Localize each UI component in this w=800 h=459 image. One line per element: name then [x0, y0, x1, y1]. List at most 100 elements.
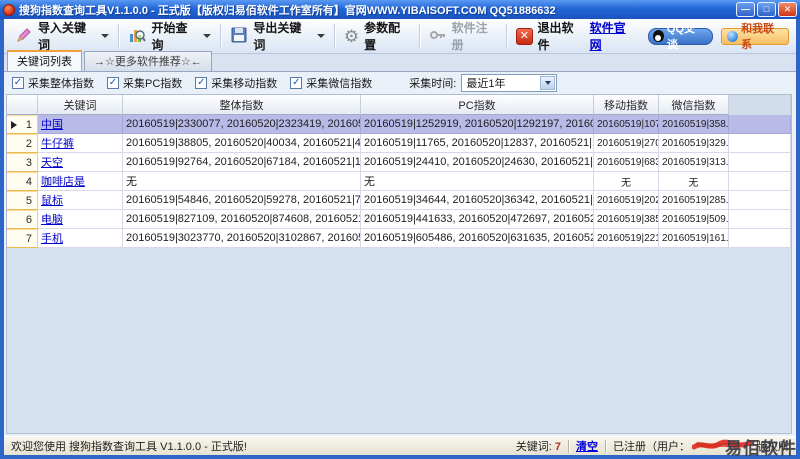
column-header-filler	[729, 95, 791, 115]
toolbar-separator	[334, 24, 335, 48]
cell-overall-index[interactable]: 20160519|3023770, 20160520|3102867, 2016…	[123, 229, 361, 248]
column-header-keyword[interactable]: 关键词	[38, 95, 123, 115]
cell-overall-index[interactable]: 20160519|2330077, 20160520|2323419, 2016…	[123, 115, 361, 134]
cell-wechat-index[interactable]: 20160519|329...	[659, 134, 729, 153]
column-header-overall[interactable]: 整体指数	[123, 95, 361, 115]
table-row[interactable]: 6 电脑 20160519|827109, 20160520|874608, 2…	[7, 210, 791, 229]
checkbox-checked-icon: ✓	[195, 77, 207, 89]
cell-pc-index[interactable]: 20160519|34644, 20160520|36342, 20160521…	[361, 191, 594, 210]
toolbar-separator	[506, 24, 507, 48]
cell-keyword[interactable]: 中国	[38, 115, 123, 134]
cell-keyword[interactable]: 鼠标	[38, 191, 123, 210]
cell-overall-index[interactable]: 20160519|92764, 20160520|67184, 20160521…	[123, 153, 361, 172]
row-header[interactable]: 5	[7, 191, 38, 210]
toolbar-separator	[419, 24, 420, 48]
tab-keyword-list[interactable]: 关键词列表	[7, 50, 82, 71]
cell-keyword[interactable]: 咖啡店是	[38, 172, 123, 191]
checkbox-pc-index[interactable]: ✓ 采集PC指数	[107, 75, 182, 91]
cell-mobile-index[interactable]: 20160519|683...	[594, 153, 659, 172]
qq-penguin-icon	[653, 30, 664, 42]
row-header[interactable]: 4	[7, 172, 38, 191]
time-range-select[interactable]: 最近1年	[461, 74, 557, 92]
cell-wechat-index[interactable]: 20160519|509...	[659, 210, 729, 229]
software-register-button[interactable]: 软件注册	[423, 17, 503, 55]
cell-keyword[interactable]: 手机	[38, 229, 123, 248]
keyword-table: 关键词 整体指数 PC指数 移动指数 微信指数 1 中国 20160519|23…	[6, 94, 792, 434]
key-icon	[429, 26, 447, 47]
cell-keyword[interactable]: 电脑	[38, 210, 123, 229]
row-header[interactable]: 6	[7, 210, 38, 229]
qq-chat-button[interactable]: QQ交谈	[648, 28, 713, 45]
cell-pc-index[interactable]: 20160519|11765, 20160520|12837, 20160521…	[361, 134, 594, 153]
cell-filler	[729, 210, 791, 229]
checkbox-wechat-index[interactable]: ✓ 采集微信指数	[290, 75, 372, 91]
cell-mobile-index[interactable]: 20160519|385...	[594, 210, 659, 229]
table-row[interactable]: 3 天空 20160519|92764, 20160520|67184, 201…	[7, 153, 791, 172]
cell-mobile-index[interactable]: 20160519|202...	[594, 191, 659, 210]
contact-me-button[interactable]: 和我联系	[721, 28, 789, 45]
close-button[interactable]: ✕	[778, 2, 797, 17]
app-icon	[3, 4, 15, 16]
cell-keyword[interactable]: 牛仔裤	[38, 134, 123, 153]
cell-wechat-index[interactable]: 20160519|161...	[659, 229, 729, 248]
column-header-pc[interactable]: PC指数	[361, 95, 594, 115]
table-row[interactable]: 2 牛仔裤 20160519|38805, 20160520|40034, 20…	[7, 134, 791, 153]
collect-time-group: 采集时间: 最近1年	[409, 74, 557, 92]
table-row[interactable]: 5 鼠标 20160519|54846, 20160520|59278, 201…	[7, 191, 791, 210]
cell-pc-index[interactable]: 20160519|605486, 20160520|631635, 201605…	[361, 229, 594, 248]
maximize-button[interactable]: □	[757, 2, 776, 17]
combo-dropdown-button[interactable]	[540, 76, 555, 90]
tab-strip: 关键词列表 →☆更多软件推荐☆←	[4, 54, 796, 72]
row-selector-header[interactable]	[7, 95, 38, 115]
gear-icon: ⚙	[344, 28, 359, 45]
cell-pc-index[interactable]: 20160519|24410, 20160520|24630, 20160521…	[361, 153, 594, 172]
cell-pc-index[interactable]: 20160519|441633, 20160520|472697, 201605…	[361, 210, 594, 229]
row-select-arrow-icon	[11, 121, 17, 129]
column-header-mobile[interactable]: 移动指数	[594, 95, 659, 115]
column-header-wechat[interactable]: 微信指数	[659, 95, 729, 115]
toolbar: 导入关键词 开始查询 导出关键词 ⚙ 参数配置	[4, 19, 796, 54]
cell-wechat-index[interactable]: 无	[659, 172, 729, 191]
cell-overall-index[interactable]: 20160519|54846, 20160520|59278, 20160521…	[123, 191, 361, 210]
minimize-button[interactable]: —	[736, 2, 755, 17]
app-window: 搜狗指数查询工具V1.1.0.0 - 正式版【版权归易佰软件工作室所有】官网WW…	[0, 0, 800, 459]
pencil-icon	[15, 26, 33, 47]
cell-pc-index[interactable]: 20160519|1252919, 20160520|1292197, 2016…	[361, 115, 594, 134]
cell-mobile-index[interactable]: 20160519|107...	[594, 115, 659, 134]
checkbox-checked-icon: ✓	[107, 77, 119, 89]
table-row[interactable]: 1 中国 20160519|2330077, 20160520|2323419,…	[7, 115, 791, 134]
official-website-link[interactable]: 软件官网	[590, 19, 636, 53]
status-bar: 欢迎您使用 搜狗指数查询工具 V1.1.0.0 - 正式版! 关键词: 7 清空…	[4, 436, 796, 455]
cell-wechat-index[interactable]: 20160519|285...	[659, 191, 729, 210]
messenger-face-icon	[727, 31, 738, 42]
cell-overall-index[interactable]: 20160519|38805, 20160520|40034, 20160521…	[123, 134, 361, 153]
row-header[interactable]: 7	[7, 229, 38, 248]
status-separator	[568, 440, 569, 453]
row-header[interactable]: 2	[7, 134, 38, 153]
row-header[interactable]: 1	[7, 115, 38, 134]
parameter-config-button[interactable]: ⚙ 参数配置	[338, 17, 416, 55]
cell-wechat-index[interactable]: 20160519|313...	[659, 153, 729, 172]
chevron-down-icon	[317, 34, 325, 38]
start-query-button[interactable]: 开始查询	[122, 17, 217, 55]
cell-overall-index[interactable]: 20160519|827109, 20160520|874608, 201605…	[123, 210, 361, 229]
tab-more-software[interactable]: →☆更多软件推荐☆←	[84, 51, 212, 71]
row-header[interactable]: 3	[7, 153, 38, 172]
cell-mobile-index[interactable]: 20160519|270...	[594, 134, 659, 153]
cell-mobile-index[interactable]: 无	[594, 172, 659, 191]
chart-magnifier-icon	[128, 26, 146, 47]
export-keywords-button[interactable]: 导出关键词	[224, 17, 330, 55]
checkbox-overall-index[interactable]: ✓ 采集整体指数	[12, 75, 94, 91]
cell-pc-index[interactable]: 无	[361, 172, 594, 191]
exit-software-button[interactable]: ✕ 退出软件	[510, 17, 589, 55]
table-row[interactable]: 4 咖啡店是 无 无 无 无	[7, 172, 791, 191]
cell-wechat-index[interactable]: 20160519|358...	[659, 115, 729, 134]
table-row[interactable]: 7 手机 20160519|3023770, 20160520|3102867,…	[7, 229, 791, 248]
status-separator	[605, 440, 606, 453]
cell-overall-index[interactable]: 无	[123, 172, 361, 191]
cell-keyword[interactable]: 天空	[38, 153, 123, 172]
cell-mobile-index[interactable]: 20160519|221...	[594, 229, 659, 248]
checkbox-mobile-index[interactable]: ✓ 采集移动指数	[195, 75, 277, 91]
clear-keywords-link[interactable]: 清空	[576, 438, 598, 454]
collect-time-label: 采集时间:	[409, 75, 456, 91]
